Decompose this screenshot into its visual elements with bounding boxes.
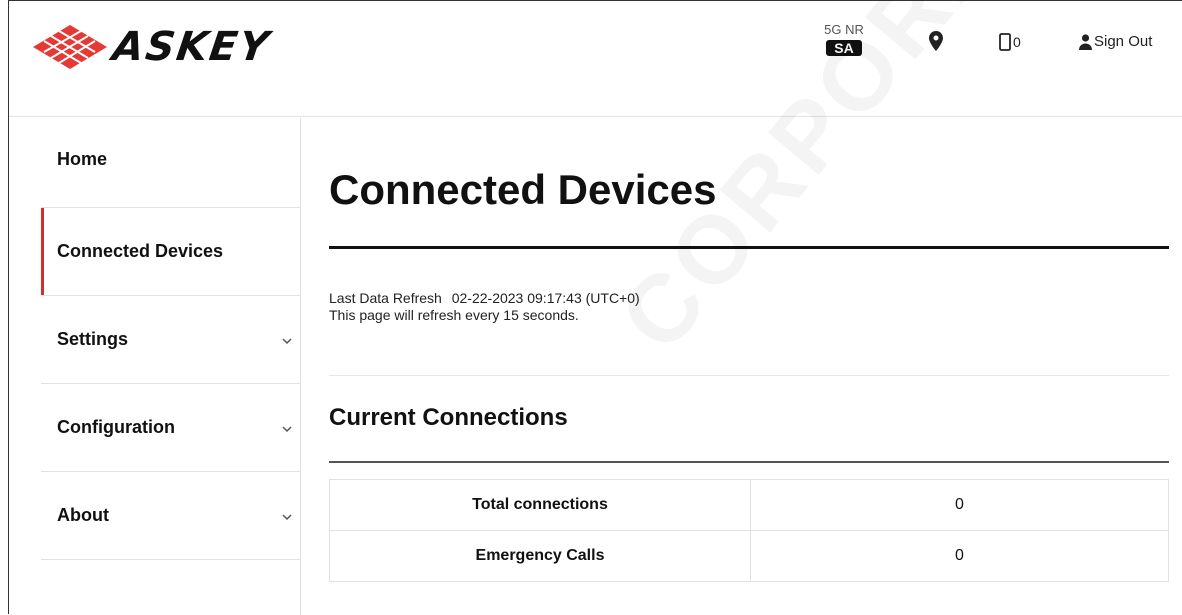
title-divider xyxy=(329,246,1169,249)
location-pin-icon xyxy=(929,31,943,51)
refresh-info: Last Data Refresh 02-22-2023 09:17:43 (U… xyxy=(329,290,640,324)
chevron-down-icon xyxy=(282,514,292,521)
refresh-note: This page will refresh every 15 seconds. xyxy=(329,307,579,323)
section-divider xyxy=(329,375,1169,376)
row-label: Total connections xyxy=(329,479,751,531)
sidebar-item-settings[interactable]: Settings xyxy=(41,296,300,384)
sidebar-item-label: Connected Devices xyxy=(57,241,224,261)
row-value: 0 xyxy=(750,479,1169,531)
chevron-down-icon xyxy=(282,426,292,433)
row-value: 0 xyxy=(750,530,1169,582)
logo[interactable]: ASKEY xyxy=(31,21,273,73)
sign-out-label: Sign Out xyxy=(1094,33,1153,50)
logo-text: ASKEY xyxy=(109,24,274,70)
sidebar-item-label: Home xyxy=(57,149,108,169)
page-title: Connected Devices xyxy=(329,166,717,213)
connected-devices-indicator[interactable]: 0 xyxy=(999,33,1021,51)
chevron-down-icon xyxy=(282,338,292,345)
sidebar: Home Connected Devices Settings Configur… xyxy=(9,118,301,615)
sidebar-item-about[interactable]: About xyxy=(41,472,300,560)
device-count: 0 xyxy=(1013,34,1021,50)
connections-table: Total connections 0 Emergency Calls 0 xyxy=(329,479,1169,582)
network-mode-badge: SA xyxy=(826,40,862,56)
sign-out-button[interactable]: Sign Out xyxy=(1079,33,1152,50)
sidebar-item-home[interactable]: Home xyxy=(41,118,300,208)
refresh-time: 02-22-2023 09:17:43 (UTC+0) xyxy=(451,290,640,306)
table-row: Emergency Calls 0 xyxy=(329,530,1169,582)
refresh-label: Last Data Refresh xyxy=(329,290,442,306)
network-indicator: 5G NR SA xyxy=(814,23,874,58)
row-label: Emergency Calls xyxy=(329,530,751,582)
app-frame: ASKEY 5G NR SA 0 Sign Out Home Connected… xyxy=(8,0,1182,615)
sidebar-item-label: About xyxy=(57,505,109,525)
device-icon xyxy=(999,33,1011,51)
user-icon xyxy=(1079,33,1092,50)
sidebar-item-connected-devices[interactable]: Connected Devices xyxy=(41,208,300,296)
sidebar-item-label: Settings xyxy=(57,329,129,349)
section-title-divider xyxy=(329,461,1169,463)
sidebar-item-label: Configuration xyxy=(57,417,175,437)
header: ASKEY 5G NR SA 0 Sign Out xyxy=(9,1,1182,117)
sidebar-item-configuration[interactable]: Configuration xyxy=(41,384,300,472)
network-type: 5G NR xyxy=(824,22,864,37)
askey-logo-icon xyxy=(33,25,107,69)
table-row: Total connections 0 xyxy=(329,479,1169,531)
location-button[interactable] xyxy=(929,31,943,56)
section-title: Current Connections xyxy=(329,404,568,431)
